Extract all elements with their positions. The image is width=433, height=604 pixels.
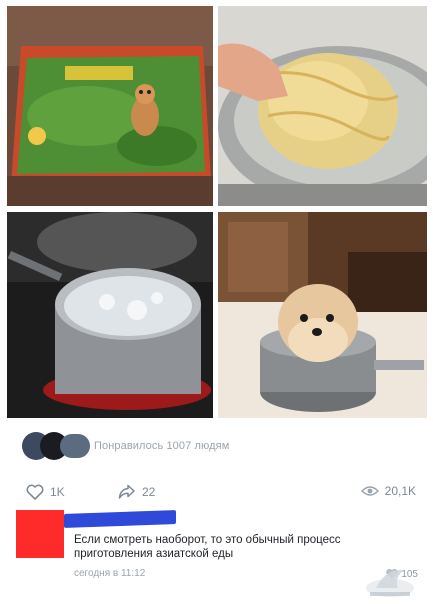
views-count: 20,1K: [384, 484, 416, 498]
likes-count-text: Понравилось 1007 людям: [94, 440, 230, 452]
post-actions-bar: 1K 22 20,1K: [20, 484, 416, 502]
puppy-saucepan-image: [218, 212, 427, 418]
photo-boiling-pot[interactable]: [7, 212, 213, 418]
share-icon: [118, 484, 135, 499]
noodle-package-image: [7, 6, 213, 206]
likes-summary[interactable]: Понравилось 1007 людям: [22, 428, 229, 464]
eye-icon: [360, 486, 379, 496]
comment-author-name-redacted[interactable]: [64, 510, 176, 528]
comment-author-avatar[interactable]: [16, 510, 64, 558]
heart-icon: [26, 484, 44, 500]
like-count: 1K: [50, 485, 65, 499]
comment-timestamp: сегодня в 11:12: [74, 568, 146, 579]
boiling-pot-image: [7, 212, 213, 418]
comment-text: Если смотреть наоборот, то это обычный п…: [74, 534, 341, 560]
share-button[interactable]: 22: [118, 484, 155, 500]
meme-post: Понравилось 1007 людям 1K 22 20,1K Если …: [0, 0, 433, 604]
liker-avatars: [22, 428, 94, 464]
watermark-logo: [366, 569, 414, 597]
share-count: 22: [142, 485, 156, 499]
photo-collage: [7, 6, 427, 418]
photo-noodles-in-pot[interactable]: [218, 6, 427, 206]
views-counter: 20,1K: [360, 484, 416, 498]
noodles-pot-image: [218, 6, 427, 206]
like-button[interactable]: 1K: [26, 484, 65, 500]
avatar: [60, 434, 90, 458]
photo-noodle-package[interactable]: [7, 6, 213, 206]
photo-puppy-in-saucepan[interactable]: [218, 212, 427, 418]
comment: Если смотреть наоборот, то это обычный п…: [16, 508, 426, 600]
